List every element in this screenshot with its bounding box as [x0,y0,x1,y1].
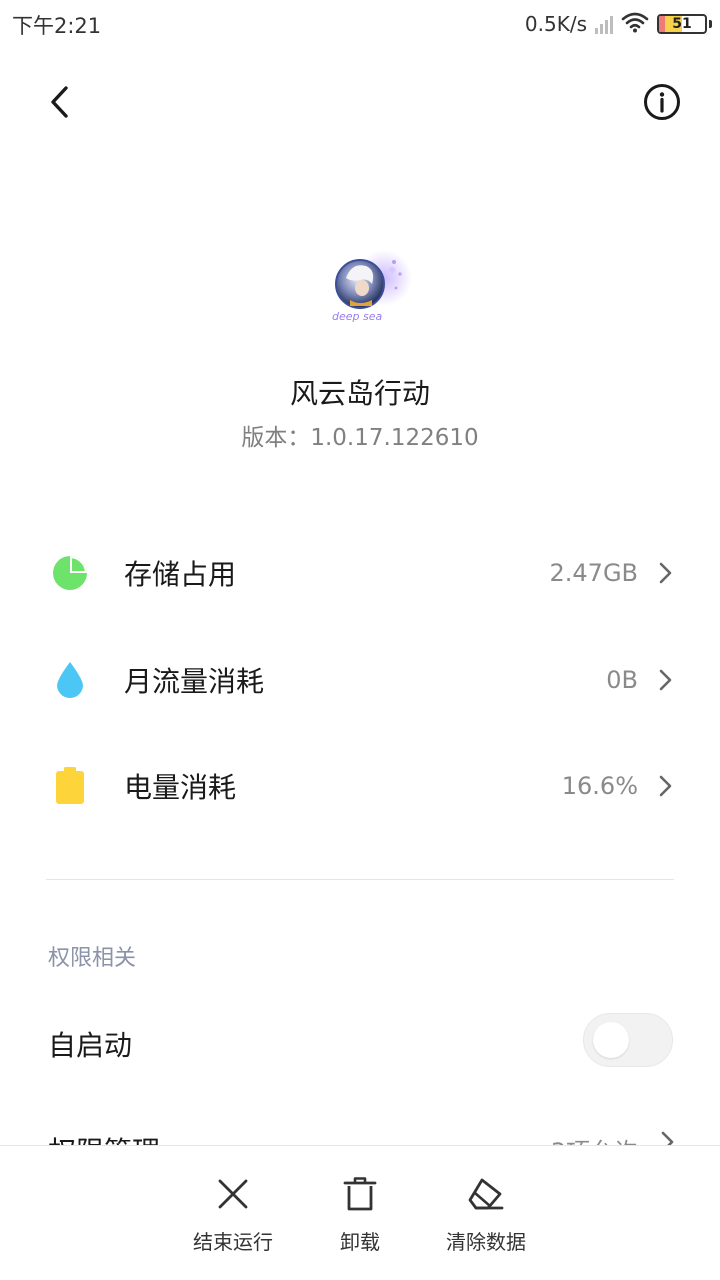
status-icons: 0.5K/s 51 [525,10,712,38]
back-button[interactable] [40,80,80,124]
clear-data-button[interactable]: 清除数据 [426,1174,546,1255]
uninstall-button[interactable]: 卸载 [300,1174,420,1255]
data-usage-row[interactable]: 月流量消耗 0B [0,640,720,720]
chevron-right-icon [656,772,676,800]
bottom-action-bar: 结束运行 卸载 清除数据 [0,1145,720,1280]
autostart-toggle[interactable] [583,1013,673,1067]
close-icon [213,1174,253,1214]
app-icon: deep sea [322,248,418,328]
permission-manage-label: 权限管理 [48,1130,160,1146]
status-time: 下午2:21 [12,14,102,38]
battery-usage-label: 电量消耗 [124,771,237,804]
storage-label: 存储占用 [124,558,237,591]
clear-data-label: 清除数据 [446,1230,526,1254]
storage-pie-icon [50,553,90,593]
wifi-icon [621,11,649,37]
app-version: 版本：1.0.17.122610 [241,425,479,451]
permission-manage-value: 3项允许 [551,1132,638,1146]
stop-label: 结束运行 [193,1230,273,1254]
data-drop-icon [50,660,90,700]
toggle-knob [593,1022,629,1058]
divider [46,879,674,880]
eraser-icon [466,1174,506,1214]
uninstall-label: 卸载 [340,1230,380,1254]
storage-value: 2.47GB [549,559,639,587]
battery-level: 51 [672,16,692,32]
data-usage-label: 月流量消耗 [124,665,265,698]
battery-icon: 51 [657,14,707,34]
battery-cap [709,20,712,28]
battery-usage-value: 16.6% [561,772,638,800]
info-button[interactable] [642,82,682,122]
network-speed: 0.5K/s [524,12,587,36]
battery-usage-icon [50,766,90,806]
chevron-right-icon [656,559,676,587]
autostart-label: 自启动 [48,1029,133,1062]
chevron-right-icon [660,1130,676,1146]
status-bar: 下午2:21 0.5K/s 51 [0,0,720,50]
icon-caption: deep sea [332,310,382,323]
trash-icon [340,1174,380,1214]
info-icon [644,84,680,120]
battery-usage-row[interactable]: 电量消耗 16.6% [0,746,720,826]
chevron-left-icon [51,86,68,118]
app-name: 风云岛行动 [289,377,430,410]
stop-button[interactable]: 结束运行 [173,1174,293,1255]
data-usage-value: 0B [606,666,638,694]
permissions-section-title: 权限相关 [48,946,137,971]
permission-manage-row[interactable]: 权限管理 3项允许 [0,1120,720,1146]
chevron-right-icon [656,666,676,694]
storage-row[interactable]: 存储占用 2.47GB [0,533,720,613]
cell-signal-icon [595,14,613,34]
